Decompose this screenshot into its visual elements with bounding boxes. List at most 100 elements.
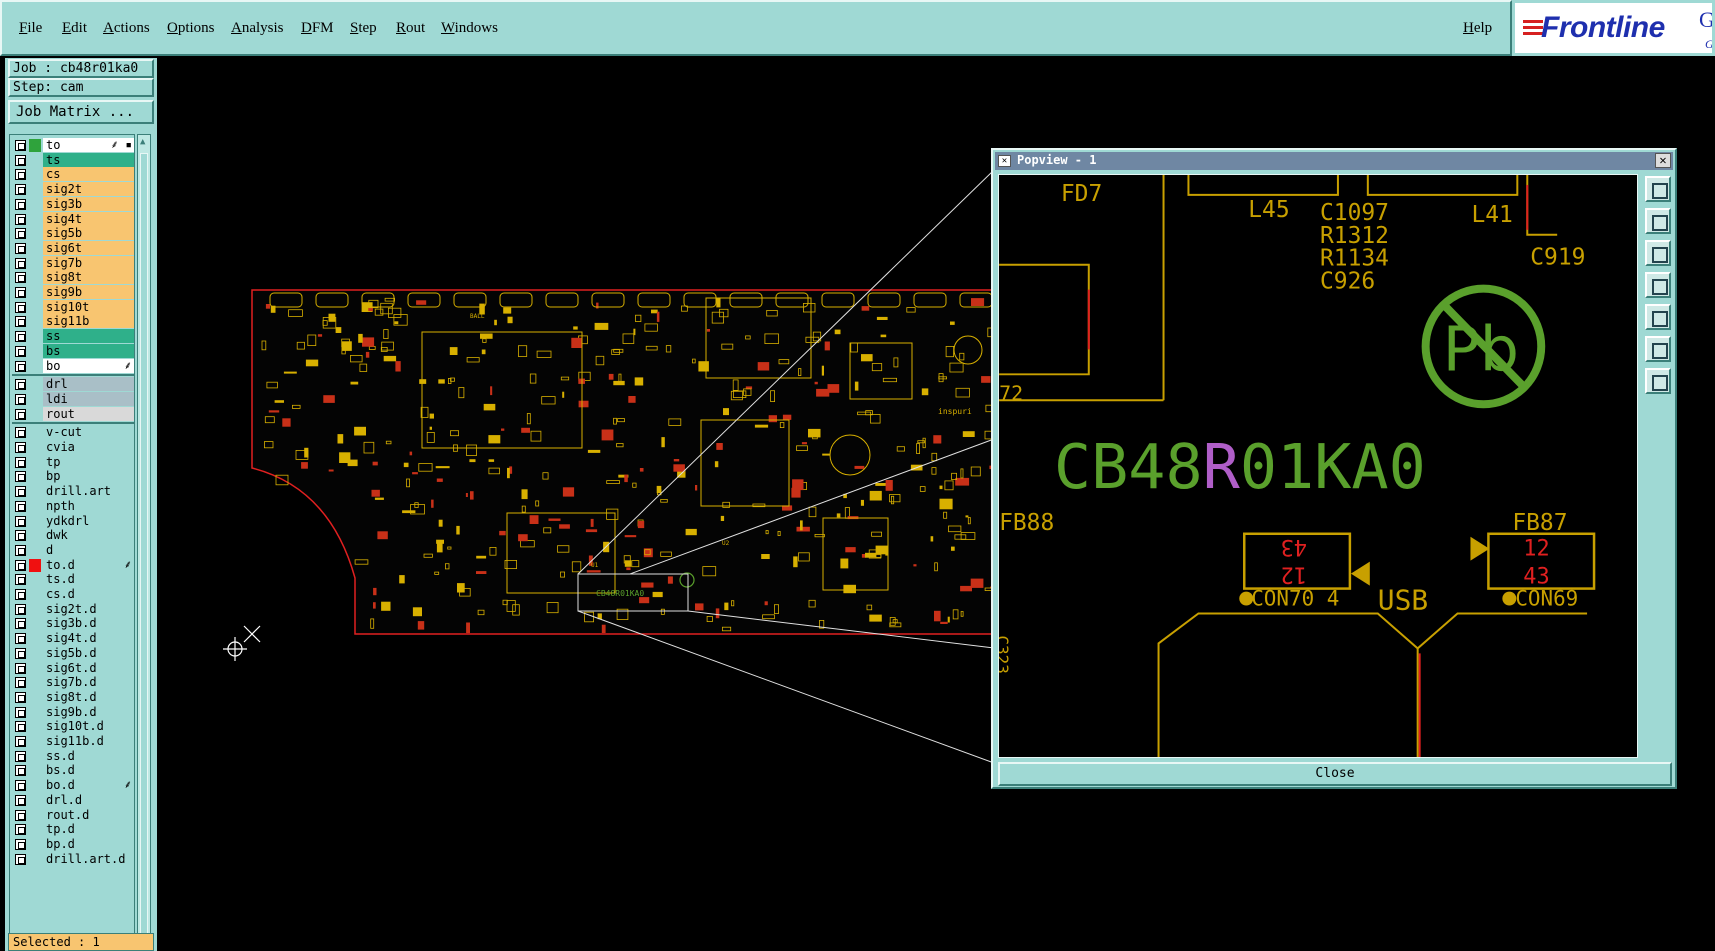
layer-checkbox[interactable] [15,647,26,659]
layer-row-drl-d[interactable]: drl.d [12,792,134,808]
layer-scrollbar[interactable]: ▲ ▼ [137,134,151,951]
layer-checkbox[interactable] [15,589,26,600]
layer-row-sig6t-d[interactable]: sig6t.d [12,660,134,676]
layer-checkbox[interactable] [15,809,26,821]
popview-close-icon[interactable]: ✕ [1655,153,1671,168]
layer-checkbox[interactable] [15,603,26,615]
layer-checkbox[interactable] [15,287,26,298]
layer-row-sig9b[interactable]: sig9b [12,285,134,300]
layer-checkbox[interactable] [15,456,26,468]
layer-row-ss-d[interactable]: ss.d [12,748,134,764]
layer-row-sig7b[interactable]: sig7b [12,255,134,271]
layer-row-sig3b[interactable]: sig3b [12,196,134,212]
menu-file[interactable]: File [19,20,42,37]
layer-row-drill-art-d[interactable]: drill.art.d [12,851,134,867]
layer-checkbox[interactable] [15,471,26,483]
window-menu-icon[interactable]: ✕ [998,155,1011,167]
layer-row-bp[interactable]: bp [12,469,134,484]
layer-checkbox[interactable] [15,393,26,405]
layer-row-sig8t-d[interactable]: sig8t.d [12,689,134,705]
layer-row-tp-d[interactable]: tp.d [12,822,134,837]
layer-row-sig4t-d[interactable]: sig4t.d [12,631,134,646]
layer-checkbox[interactable] [15,272,26,284]
layer-checkbox[interactable] [15,780,26,792]
layer-row-ydkdrl[interactable]: ydkdrl [12,513,134,529]
layer-row-drl[interactable]: drl [12,377,134,392]
layer-checkbox[interactable] [15,618,26,630]
layer-row-sig2t-d[interactable]: sig2t.d [12,601,134,617]
layer-checkbox[interactable] [15,765,26,777]
pan-left-button[interactable] [1645,272,1671,298]
pan-right-button[interactable] [1645,304,1671,330]
menu-rout[interactable]: Rout [396,20,425,37]
layer-row-d[interactable]: d [12,542,134,558]
menu-step[interactable]: Step [350,20,377,37]
layer-row-sig10t[interactable]: sig10t [12,299,134,315]
layer-row-ts[interactable]: ts [12,152,134,168]
layer-checkbox[interactable] [15,408,26,420]
layer-row-tp[interactable]: tp [12,454,134,470]
layer-row-drill-art[interactable]: drill.art [12,484,134,499]
layer-checkbox[interactable] [15,345,26,357]
scroll-up-icon[interactable]: ▲ [140,137,145,147]
zoom-in-button[interactable] [1645,368,1671,394]
menu-options[interactable]: Options [167,20,215,37]
layer-checkbox[interactable] [15,360,26,372]
layer-checkbox[interactable] [15,486,26,498]
layer-row-ldi[interactable]: ldi [12,391,134,407]
layer-checkbox[interactable] [15,140,26,151]
layer-checkbox[interactable] [15,691,26,703]
layer-row-sig4t[interactable]: sig4t [12,211,134,227]
layer-row-sig5b-d[interactable]: sig5b.d [12,645,134,661]
layer-checkbox[interactable] [15,662,26,674]
layer-checkbox[interactable] [15,794,26,806]
layer-row-v-cut[interactable]: v-cut [12,425,134,440]
menu-dfm[interactable]: DFM [301,20,334,37]
layer-checkbox[interactable] [15,853,26,865]
layer-checkbox[interactable] [15,169,26,181]
layer-checkbox[interactable] [15,213,26,225]
layer-checkbox[interactable] [15,257,26,269]
menu-actions[interactable]: Actions [103,20,150,37]
layer-row-sig9b-d[interactable]: sig9b.d [12,704,134,720]
popview-canvas[interactable]: FD7 L45 C1097 R1312 R1134 C926 L41 C919 … [998,174,1638,758]
layer-row-rout-d[interactable]: rout.d [12,807,134,823]
layer-checkbox[interactable] [15,379,26,391]
pan-up-button[interactable] [1645,208,1671,234]
layer-row-sig11b[interactable]: sig11b [12,314,134,329]
layer-row-sig6t[interactable]: sig6t [12,240,134,256]
zoom-out-button[interactable] [1645,336,1671,362]
layer-row-sig10t-d[interactable]: sig10t.d [12,719,134,734]
menu-analysis[interactable]: Analysis [231,20,284,37]
job-matrix-button[interactable]: Job Matrix ... [8,100,154,124]
scroll-thumb[interactable] [140,153,148,951]
layer-row-cs-d[interactable]: cs.d [12,587,134,602]
layer-checkbox[interactable] [15,301,26,313]
layer-checkbox[interactable] [15,559,26,571]
menu-windows[interactable]: Windows [441,20,498,37]
popview-close-button[interactable]: Close [998,762,1672,786]
layer-checkbox[interactable] [15,736,26,747]
layer-checkbox[interactable] [15,154,26,166]
layer-row-ss[interactable]: ss [12,329,134,344]
layer-row-to-d[interactable]: to.d ⸙ [12,557,134,573]
layer-checkbox[interactable] [15,633,26,645]
menu-edit[interactable]: Edit [62,20,87,37]
layer-row-rout[interactable]: rout [12,406,134,422]
layer-row-npth[interactable]: npth [12,498,134,514]
layer-checkbox[interactable] [15,198,26,210]
popview-titlebar[interactable]: ✕ Popview - 1 ✕ [995,152,1673,170]
layer-row-dwk[interactable]: dwk [12,528,134,543]
layer-checkbox[interactable] [15,824,26,836]
layer-row-bs[interactable]: bs [12,343,134,359]
layer-checkbox[interactable] [15,331,26,343]
layer-checkbox[interactable] [15,515,26,527]
layer-checkbox[interactable] [15,530,26,542]
layer-checkbox[interactable] [15,750,26,762]
zoom-home-button[interactable] [1645,176,1671,202]
layer-row-bo-d[interactable]: bo.d ⸙ [12,778,134,793]
layer-checkbox[interactable] [15,706,26,718]
layer-checkbox[interactable] [15,184,26,196]
menu-help[interactable]: Help [1463,20,1492,37]
layer-checkbox[interactable] [15,242,26,254]
